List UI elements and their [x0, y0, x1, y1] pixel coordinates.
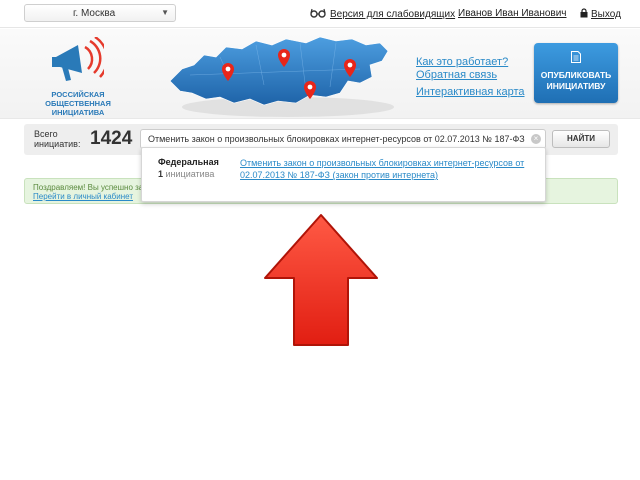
success-text: Поздравляем! Вы успешно за	[33, 183, 144, 192]
personal-cabinet-link[interactable]: Перейти в личный кабинет	[33, 192, 133, 201]
total-initiatives-count: 1424	[90, 128, 133, 149]
how-it-works-link[interactable]: Как это работает?	[416, 56, 525, 69]
suggestion-count-label: инициатива	[165, 169, 215, 179]
lock-icon	[580, 8, 588, 18]
search-input[interactable]: Отменить закон о произвольных блокировка…	[140, 129, 546, 149]
logout-link[interactable]: Выход	[580, 8, 621, 20]
publish-initiative-label: ОПУБЛИКОВАТЬ ИНИЦИАТИВУ	[534, 70, 618, 92]
user-name-link[interactable]: Иванов Иван Иванович	[458, 8, 567, 19]
search-suggestions-dropdown: Федеральная 1 инициатива Отменить закон …	[141, 147, 546, 202]
megaphone-icon	[52, 37, 104, 81]
russia-map[interactable]	[160, 35, 400, 119]
logo-text: РОССИЙСКАЯ ОБЩЕСТВЕННАЯ ИНИЦИАТИВА	[38, 90, 118, 117]
search-input-value: Отменить закон о произвольных блокировка…	[148, 134, 525, 144]
logout-label: Выход	[591, 9, 621, 20]
suggestion-count-number: 1	[158, 169, 164, 179]
publish-label-line: ОПУБЛИКОВАТЬ	[540, 70, 612, 80]
arrow-up-icon	[264, 214, 378, 346]
accessibility-version-link[interactable]: Версия для слабовидящих	[310, 8, 455, 20]
header-links: Как это работает? Обратная связь Интерак…	[416, 56, 525, 99]
interactive-map-link[interactable]: Интерактивная карта	[416, 86, 525, 99]
logo-text-line: ИНИЦИАТИВА	[51, 108, 105, 117]
total-label-line: Всего	[34, 129, 58, 139]
top-bar: г. Москва ▼ Версия для слабовидящих Иван…	[0, 0, 640, 28]
page: г. Москва ▼ Версия для слабовидящих Иван…	[0, 0, 640, 480]
site-header: РОССИЙСКАЯ ОБЩЕСТВЕННАЯ ИНИЦИАТИВА Как э…	[0, 29, 640, 119]
chevron-down-icon: ▼	[161, 8, 169, 17]
logo-text-line: РОССИЙСКАЯ	[51, 90, 105, 99]
glasses-icon	[310, 8, 326, 18]
total-label-line: инициатив:	[34, 139, 81, 149]
suggestion-category: Федеральная	[158, 157, 219, 167]
city-select[interactable]: г. Москва ▼	[24, 4, 176, 22]
site-logo[interactable]: РОССИЙСКАЯ ОБЩЕСТВЕННАЯ ИНИЦИАТИВА	[38, 37, 118, 117]
publish-initiative-button[interactable]: ОПУБЛИКОВАТЬ ИНИЦИАТИВУ	[534, 43, 618, 103]
city-select-value: г. Москва	[73, 8, 116, 19]
accessibility-version-label: Версия для слабовидящих	[330, 9, 456, 20]
clear-icon[interactable]: ×	[531, 134, 541, 144]
feedback-link[interactable]: Обратная связь	[416, 69, 525, 82]
document-icon	[571, 51, 581, 63]
suggestion-result-link[interactable]: Отменить закон о произвольных блокировка…	[240, 157, 530, 181]
suggestion-count: 1 инициатива	[158, 169, 214, 179]
logo-text-line: ОБЩЕСТВЕННАЯ	[45, 99, 111, 108]
total-initiatives-label: Всего инициатив:	[34, 129, 80, 149]
find-button[interactable]: НАЙТИ	[552, 130, 610, 148]
publish-label-line: ИНИЦИАТИВУ	[546, 81, 606, 91]
